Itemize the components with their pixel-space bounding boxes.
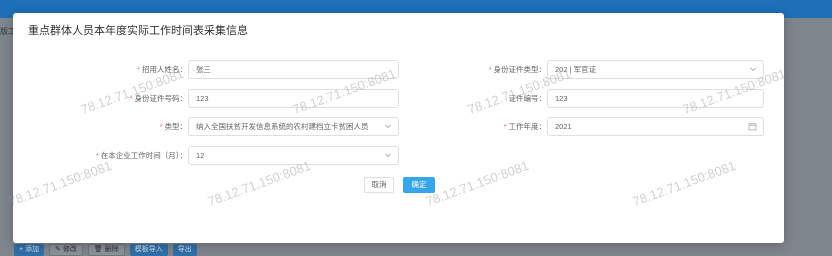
name-field: * 招用人姓名： 张三: [13, 60, 413, 80]
chevron-down-icon: [385, 124, 391, 129]
required-mark: *: [503, 122, 507, 131]
required-mark: *: [137, 65, 140, 74]
confirm-button[interactable]: 确定: [403, 177, 435, 193]
cancel-button[interactable]: 取消: [364, 177, 394, 193]
add-button: + 添加: [14, 244, 45, 256]
work-year-label: 工作年度：: [508, 122, 547, 131]
months-select[interactable]: 12: [188, 146, 399, 165]
id-number-label: 身份证件号码：: [134, 94, 188, 103]
required-mark: *: [129, 94, 133, 103]
chevron-down-icon: [750, 67, 756, 72]
id-number-input[interactable]: 123: [188, 89, 399, 108]
months-label: 在本企业工作时间（月）：: [100, 151, 187, 160]
cert-number-label: 证件编号：: [508, 94, 547, 103]
collection-dialog: 重点群体人员本年度实际工作时间表采集信息 * 招用人姓名： 张三 * 身份证件类型：…: [13, 13, 784, 243]
name-input[interactable]: 张三: [188, 60, 399, 79]
name-label: 招用人姓名：: [142, 65, 187, 74]
months-value: 12: [196, 151, 205, 160]
id-type-label: 身份证件类型：: [493, 65, 547, 74]
background-tab: 版工作: [0, 27, 14, 36]
category-value: 纳入全国扶贫开发信息系统的农村建档立卡贫困人员: [196, 122, 369, 131]
category-select[interactable]: 纳入全国扶贫开发信息系统的农村建档立卡贫困人员: [188, 117, 399, 136]
work-year-value: 2021: [555, 122, 572, 131]
cert-number-field: 证件编号： 123: [413, 89, 784, 109]
background-toolbar: + 添加 ✎ 修改 🗑 删除 模板导入 导出: [14, 244, 197, 256]
required-mark: *: [95, 151, 99, 160]
cert-number-input[interactable]: 123: [547, 89, 764, 108]
id-type-select[interactable]: 202 | 军官证: [547, 60, 764, 79]
delete-button: 🗑 删除: [87, 244, 125, 256]
id-number-field: * 身份证件号码： 123: [13, 89, 413, 109]
id-type-field: * 身份证件类型： 202 | 军官证: [413, 60, 784, 80]
work-year-field: * 工作年度： 2021: [413, 117, 784, 137]
required-mark: *: [488, 65, 492, 74]
work-year-picker[interactable]: 2021: [547, 117, 764, 136]
export-button: 导出: [172, 244, 197, 256]
dialog-title: 重点群体人员本年度实际工作时间表采集信息: [28, 25, 248, 37]
category-label: 类型：: [164, 122, 188, 131]
months-field: * 在本企业工作时间（月）： 12: [13, 146, 413, 166]
id-type-value: 202 | 军官证: [555, 65, 597, 74]
required-mark: *: [159, 122, 163, 131]
edit-button: ✎ 修改: [49, 244, 83, 256]
category-field: * 类型： 纳入全国扶贫开发信息系统的农村建档立卡贫困人员: [13, 117, 413, 137]
calendar-icon[interactable]: [748, 122, 757, 131]
template-import-button: 模板导入: [129, 244, 168, 256]
chevron-down-icon: [385, 153, 391, 158]
